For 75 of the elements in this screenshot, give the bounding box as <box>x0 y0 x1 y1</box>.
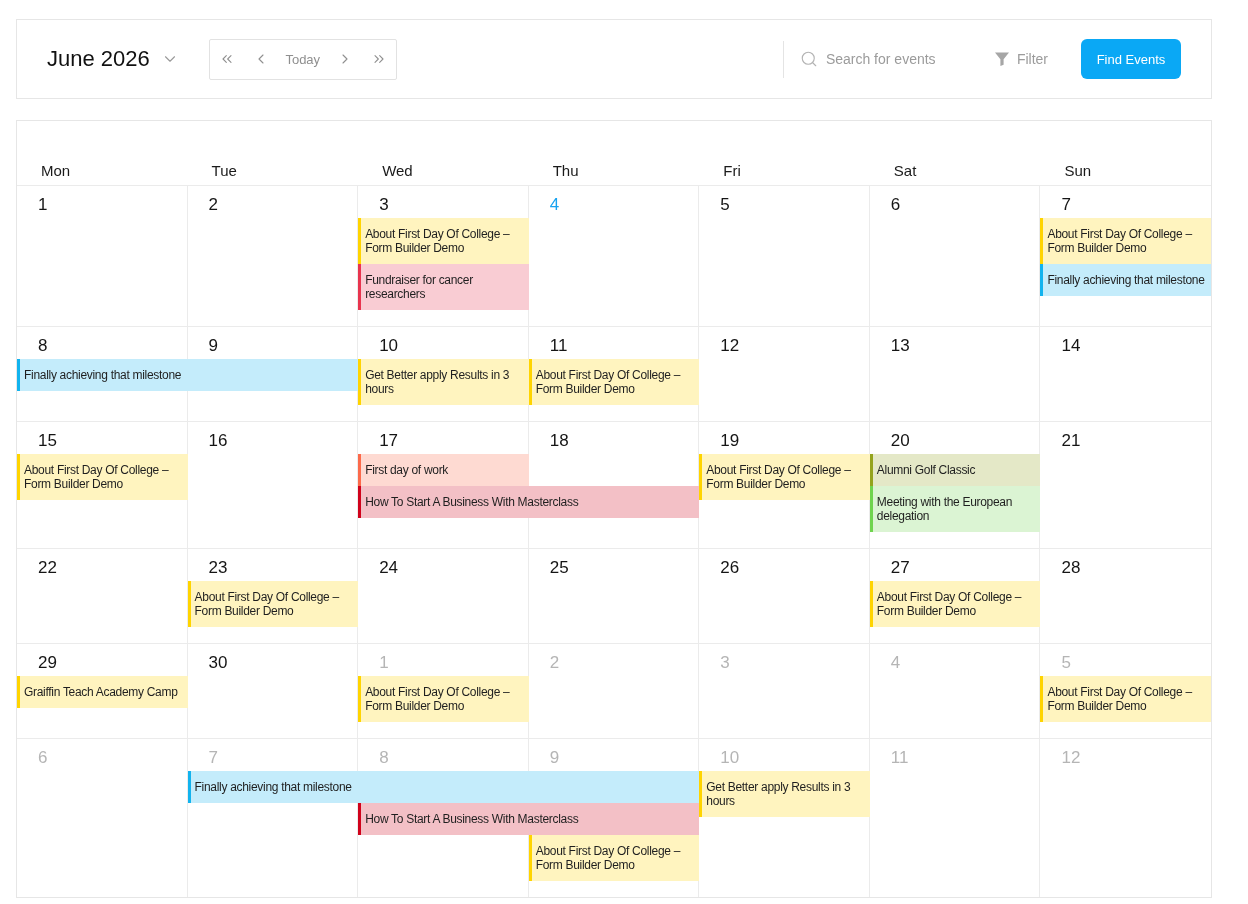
event-chip[interactable]: Finally achieving that milestone <box>20 359 359 391</box>
day-number: 2 <box>208 195 219 215</box>
day-number: 11 <box>549 336 568 356</box>
day-number: 22 <box>38 558 57 578</box>
event-chip[interactable]: About First Day Of College – Form Builder Demo <box>361 676 529 722</box>
day-number: 14 <box>1061 336 1081 356</box>
event-chip[interactable]: About First Day Of College – Form Builder Demo <box>1043 676 1211 722</box>
day-number: 4 <box>890 653 901 673</box>
day-number: 20 <box>890 431 910 451</box>
day-number: 17 <box>379 431 399 451</box>
day-number: 4 <box>549 195 560 215</box>
weekday-label: Thu <box>552 161 579 181</box>
day-number: 19 <box>720 431 740 451</box>
day-number: 13 <box>890 336 910 356</box>
weekday-label: Tue <box>211 161 237 181</box>
event-chip[interactable]: Meeting with the European delegation <box>872 486 1041 532</box>
day-number: 8 <box>38 336 48 356</box>
weekday-label: Sat <box>893 161 917 181</box>
event-chip[interactable]: Fundraiser for cancer researchers <box>361 264 529 310</box>
day-number: 28 <box>1061 558 1081 578</box>
day-number: 8 <box>379 748 389 768</box>
search-icon <box>799 50 818 68</box>
weekday-label: Mon <box>41 161 71 181</box>
day-number: 25 <box>549 558 569 578</box>
weekday-label: Sun <box>1064 161 1092 181</box>
day-number: 18 <box>549 431 569 451</box>
filter-icon <box>994 52 1009 66</box>
day-number: 16 <box>208 431 228 451</box>
day-number: 11 <box>890 748 909 768</box>
event-chip[interactable]: Get Better apply Results in 3 hours <box>702 771 870 817</box>
day-number: 3 <box>720 653 730 673</box>
day-number: 27 <box>890 558 910 578</box>
day-number: 6 <box>890 195 901 215</box>
event-chip[interactable]: About First Day Of College – Form Builder Demo <box>531 835 700 881</box>
day-number: 29 <box>38 653 57 673</box>
day-number: 26 <box>720 558 740 578</box>
day-number: 9 <box>208 336 219 356</box>
day-number: 24 <box>379 558 399 578</box>
event-chip[interactable]: Finally achieving that milestone <box>190 771 700 803</box>
event-chip[interactable]: Finally achieving that milestone <box>1043 264 1211 296</box>
day-number: 10 <box>720 748 740 768</box>
weekday-label: Wed <box>382 161 413 181</box>
event-chip[interactable]: Alumni Golf Classic <box>872 454 1041 486</box>
day-number: 7 <box>1061 195 1071 215</box>
day-number: 5 <box>720 195 730 215</box>
day-number: 12 <box>720 336 740 356</box>
event-chip[interactable]: About First Day Of College – Form Builder Demo <box>190 581 359 627</box>
day-number: 1 <box>379 653 389 673</box>
day-number: 7 <box>208 748 219 768</box>
weekday-label: Fri <box>723 161 741 181</box>
event-chip[interactable]: Get Better apply Results in 3 hours <box>361 359 529 405</box>
day-number: 12 <box>1061 748 1081 768</box>
day-number: 21 <box>1061 431 1081 451</box>
day-number: 3 <box>379 195 389 215</box>
day-number: 6 <box>38 748 48 768</box>
day-number: 30 <box>208 653 228 673</box>
month-picker[interactable]: June 2026 <box>47 46 179 72</box>
day-number: 23 <box>208 558 228 578</box>
event-chip[interactable]: First day of work <box>361 454 529 486</box>
day-number: 10 <box>379 336 399 356</box>
event-chip[interactable]: About First Day Of College – Form Builder Demo <box>1043 218 1211 264</box>
day-number: 5 <box>1061 653 1071 673</box>
event-chip[interactable]: About First Day Of College – Form Builder Demo <box>20 454 188 500</box>
event-chip[interactable]: How To Start A Business With Masterclass <box>361 486 700 518</box>
day-number: 1 <box>38 195 48 215</box>
event-chip[interactable]: About First Day Of College – Form Builder Demo <box>531 359 700 405</box>
day-number: 2 <box>549 653 560 673</box>
event-chip[interactable]: About First Day Of College – Form Builder Demo <box>361 218 529 264</box>
event-chip[interactable]: About First Day Of College – Form Builder Demo <box>702 454 870 500</box>
event-chip[interactable]: About First Day Of College – Form Builder Demo <box>872 581 1041 627</box>
day-number: 15 <box>38 431 57 451</box>
day-number: 9 <box>549 748 560 768</box>
search-field[interactable]: Search for events <box>825 49 962 69</box>
event-chip[interactable]: Graiffin Teach Academy Camp <box>20 676 188 708</box>
event-chip[interactable]: How To Start A Business With Masterclass <box>361 803 700 835</box>
